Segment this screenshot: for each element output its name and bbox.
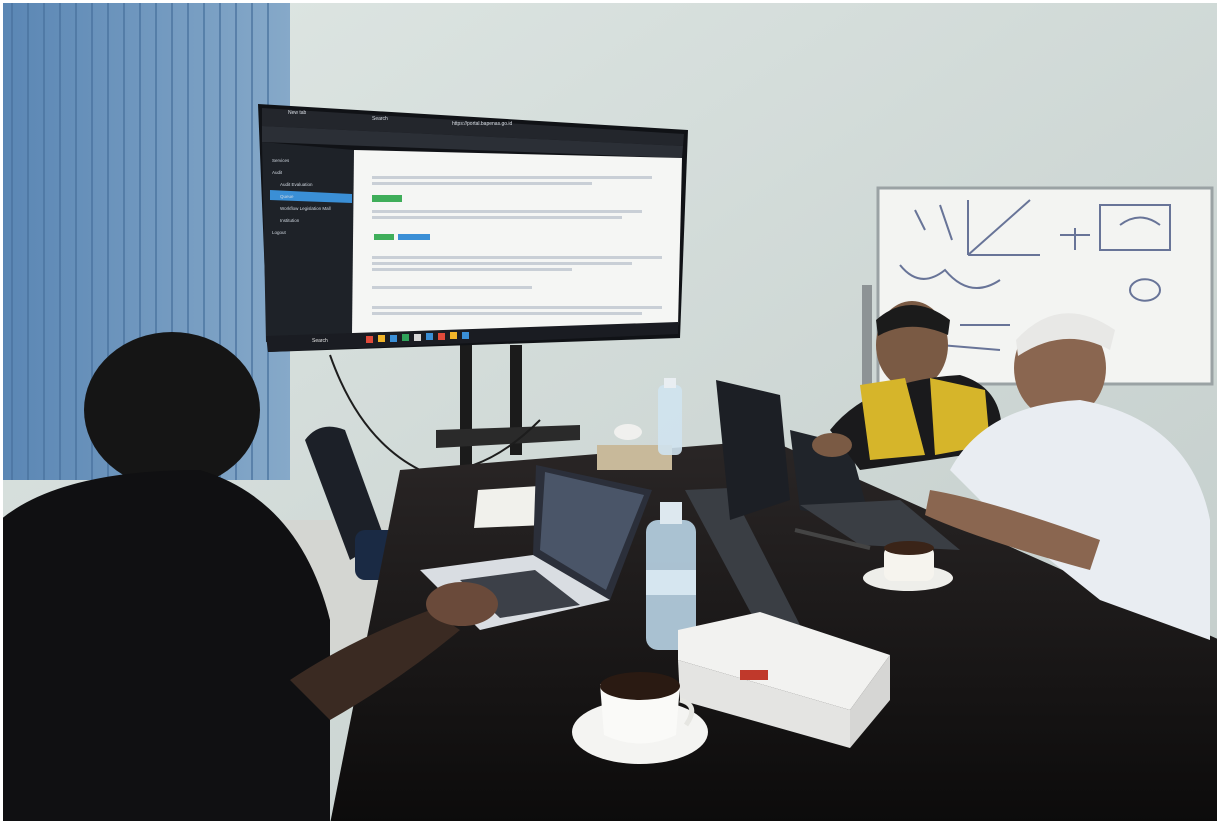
sidebar-item-3: Audit Evaluation [280, 182, 313, 187]
browser-tab-1: New tab [288, 110, 307, 116]
taskbar-search: Search [312, 338, 328, 344]
browser-tab-3: https://portal.bapenas.go.id [452, 121, 513, 127]
screen-green-badge [374, 234, 394, 240]
meeting-room-photo: New tab Search https://portal.bapenas.go… [0, 0, 1220, 824]
whiteboard-pole [862, 285, 872, 385]
sidebar-item-7: Logout [272, 230, 286, 235]
sidebar-item-1: Services [272, 158, 290, 163]
browser-tab-2: Search [372, 116, 388, 122]
screen-green-button [372, 195, 402, 202]
screen-blue-badge [398, 234, 430, 240]
sidebar-item-5: Workflow Legislation Mall [280, 206, 331, 211]
tv-monitor [258, 104, 688, 352]
water-bottle-back [658, 378, 682, 455]
sidebar-item-2: Audit [272, 170, 283, 175]
sidebar-item-6: Institution [280, 218, 300, 223]
sidebar-item-4: Queue [280, 194, 294, 199]
photo-canvas [0, 0, 1220, 824]
